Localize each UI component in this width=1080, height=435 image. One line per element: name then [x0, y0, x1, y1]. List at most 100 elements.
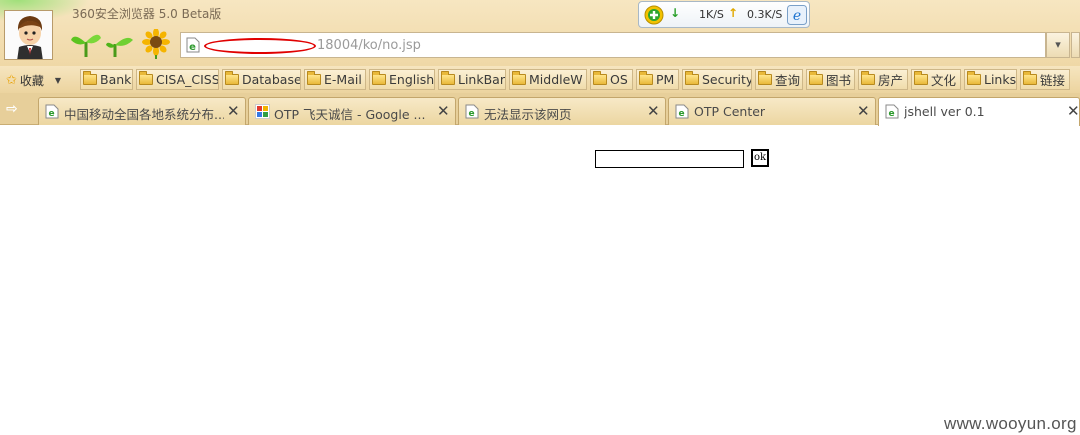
- folder-icon: [307, 71, 321, 85]
- favorite-folder-pm[interactable]: PM: [636, 69, 679, 90]
- folder-icon: [639, 71, 653, 85]
- favorite-label: Security: [702, 72, 752, 87]
- tab-title: 无法显示该网页: [484, 107, 572, 122]
- ie-page-icon: e: [885, 104, 899, 119]
- close-icon[interactable]: ✕: [437, 102, 450, 120]
- sidebar-toggle-icon[interactable]: ⇨: [6, 101, 18, 117]
- ie-page-icon: e: [465, 104, 479, 119]
- speedup-plus-icon[interactable]: [644, 5, 664, 25]
- favorite-label: MiddleW: [529, 72, 583, 87]
- favorites-menu-button[interactable]: ✩ 收藏 ▼: [6, 70, 61, 90]
- favorite-folder-links-cn[interactable]: 链接: [1020, 69, 1070, 90]
- favorite-label: 查询: [775, 73, 801, 88]
- sprout-small-icon[interactable]: [105, 28, 135, 58]
- command-input[interactable]: [595, 150, 744, 168]
- favorite-label: 图书: [826, 73, 852, 88]
- ie-page-icon: e: [675, 104, 689, 119]
- user-avatar[interactable]: [4, 10, 53, 60]
- favorites-label: 收藏: [19, 73, 44, 88]
- svg-text:e: e: [888, 109, 894, 119]
- close-icon[interactable]: ✕: [1067, 102, 1080, 120]
- tab-title: jshell ver 0.1: [904, 104, 985, 119]
- favorite-folder-cisa[interactable]: CISA_CISS: [136, 69, 219, 90]
- folder-icon: [861, 71, 875, 85]
- window-title: 360安全浏览器 5.0 Beta版: [72, 7, 222, 21]
- favorite-folder-os[interactable]: OS: [590, 69, 633, 90]
- tab-otp-center[interactable]: e OTP Center ✕: [668, 97, 876, 125]
- tab-title: OTP Center: [694, 104, 766, 119]
- favorite-folder-links[interactable]: Links: [964, 69, 1017, 90]
- favorite-folder-middlew[interactable]: MiddleW: [509, 69, 587, 90]
- favorite-label: Bank: [100, 72, 132, 87]
- folder-icon: [441, 71, 455, 85]
- tab-otp-google[interactable]: OTP 飞天诚信 - Google ... ✕: [248, 97, 456, 125]
- folder-icon: [685, 71, 699, 85]
- address-extra-button[interactable]: [1071, 32, 1080, 58]
- folder-icon: [225, 71, 239, 85]
- favorite-folder-database[interactable]: Database: [222, 69, 301, 90]
- folder-icon: [512, 71, 526, 85]
- favorite-label: E-Mail: [324, 72, 362, 87]
- folder-icon: [967, 71, 981, 85]
- ok-button[interactable]: ok: [751, 149, 769, 167]
- favorite-label: CISA_CISS: [156, 72, 219, 87]
- favorite-label: PM: [656, 72, 675, 87]
- favorite-label: 文化: [931, 73, 957, 88]
- favorite-label: Database: [242, 72, 301, 87]
- folder-icon: [139, 71, 153, 85]
- folder-icon: [758, 71, 772, 85]
- sunflower-icon[interactable]: [141, 29, 171, 59]
- close-icon[interactable]: ✕: [857, 102, 870, 120]
- favorite-label: LinkBar: [458, 72, 505, 87]
- favorite-folder-realestate[interactable]: 房产: [858, 69, 908, 90]
- favorite-folder-email[interactable]: E-Mail: [304, 69, 366, 90]
- tab-title: 中国移动全国各地系统分布...: [64, 107, 224, 122]
- ie-page-icon: e: [45, 104, 59, 119]
- download-speed: 1K/S: [699, 8, 724, 21]
- svg-text:e: e: [48, 109, 54, 119]
- favorite-folder-bank[interactable]: Bank: [80, 69, 133, 90]
- folder-icon: [593, 71, 607, 85]
- favorite-folder-linkbar[interactable]: LinkBar: [438, 69, 506, 90]
- folder-icon: [372, 71, 386, 85]
- folder-icon: [1023, 71, 1037, 85]
- favorite-label: English: [389, 72, 435, 87]
- address-dropdown-button[interactable]: ▾: [1046, 32, 1070, 58]
- upload-arrow-icon: ↑: [728, 6, 739, 20]
- favorite-label: Links: [984, 72, 1017, 87]
- upload-speed: 0.3K/S: [747, 8, 783, 21]
- watermark: www.wooyun.org: [944, 414, 1077, 433]
- network-speed-widget[interactable]: ↓ 1K/S ↑ 0.3K/S e: [638, 1, 810, 28]
- chevron-down-icon: ▼: [54, 75, 62, 85]
- download-arrow-icon: ↓: [670, 6, 681, 20]
- favorites-star-icon: ✩: [6, 72, 17, 88]
- folder-icon: [83, 71, 97, 85]
- ie-mode-icon[interactable]: e: [787, 5, 807, 25]
- svg-text:e: e: [678, 109, 684, 119]
- sprout-icon[interactable]: [70, 28, 102, 58]
- svg-text:e: e: [793, 8, 801, 24]
- tab-title: OTP 飞天诚信 - Google ...: [274, 107, 426, 122]
- favorite-folder-books[interactable]: 图书: [806, 69, 855, 90]
- favorite-label: 房产: [878, 73, 904, 88]
- tab-cannot-display[interactable]: e 无法显示该网页 ✕: [458, 97, 666, 125]
- folder-icon: [809, 71, 823, 85]
- ie-page-icon: e: [186, 37, 200, 53]
- favorite-folder-security[interactable]: Security: [682, 69, 752, 90]
- favorite-label: 链接: [1040, 73, 1066, 88]
- folder-icon: [914, 71, 928, 85]
- favorite-folder-query[interactable]: 查询: [755, 69, 803, 90]
- tab-bar: ⇨ e 中国移动全国各地系统分布... ✕ OTP 飞天诚信 - Google …: [0, 93, 1080, 126]
- redaction-mark: [204, 38, 316, 54]
- svg-text:e: e: [189, 42, 196, 53]
- favorite-folder-english[interactable]: English: [369, 69, 435, 90]
- google-icon: [255, 104, 270, 119]
- svg-text:e: e: [468, 109, 474, 119]
- close-icon[interactable]: ✕: [647, 102, 660, 120]
- tab-jshell[interactable]: e jshell ver 0.1 ✕: [878, 97, 1080, 126]
- favorite-folder-culture[interactable]: 文化: [911, 69, 961, 90]
- close-icon[interactable]: ✕: [227, 102, 240, 120]
- favorites-bar: ✩ 收藏 ▼ Bank CISA_CISS Database E-Mail En…: [0, 66, 1080, 93]
- favorite-label: OS: [610, 72, 628, 87]
- tab-china-mobile[interactable]: e 中国移动全国各地系统分布... ✕: [38, 97, 246, 125]
